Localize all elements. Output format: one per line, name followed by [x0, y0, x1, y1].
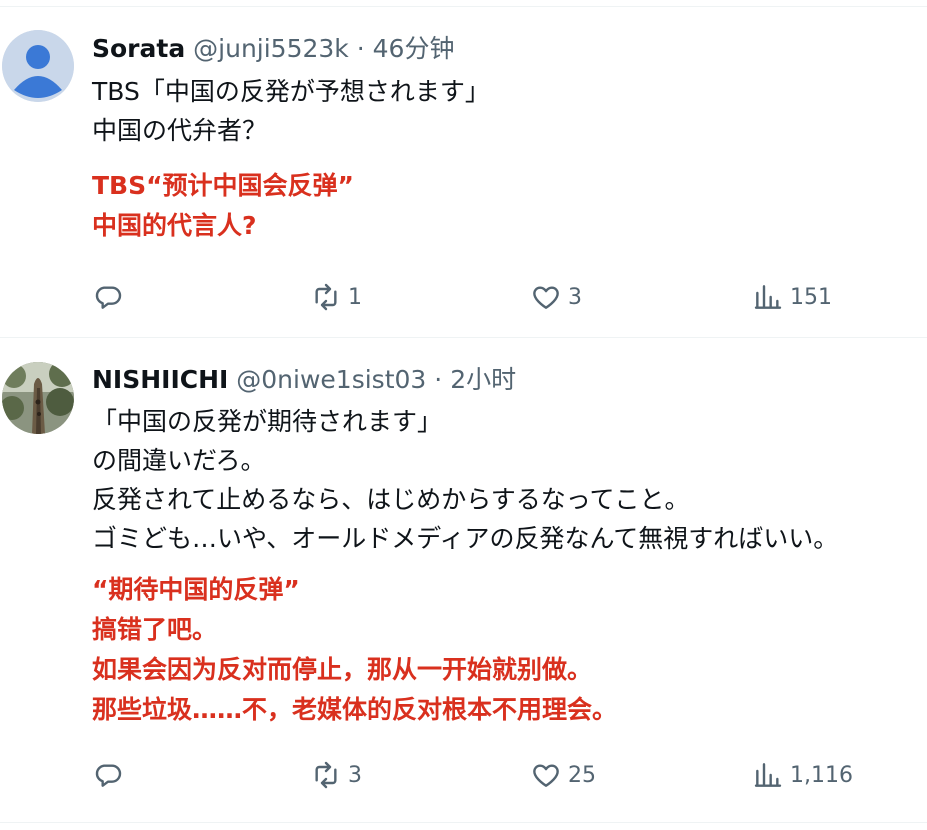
like-icon	[533, 286, 559, 309]
translation-line: 中国的代言人?	[92, 211, 257, 240]
tweet-header: Sorata @junji5523k · 46分钟	[92, 33, 454, 65]
display-name[interactable]: Sorata	[92, 34, 185, 63]
user-handle[interactable]: @0niwe1sist03	[236, 365, 426, 394]
tree-photo-avatar-icon	[2, 362, 74, 434]
separator-dot: ·	[356, 34, 365, 63]
separator-dot: ·	[434, 365, 443, 394]
avatar[interactable]	[2, 30, 74, 102]
retweet-count: 3	[348, 762, 362, 788]
reply-icon	[95, 764, 122, 787]
views-button[interactable]: 151	[752, 277, 832, 317]
retweet-button[interactable]: 1	[310, 277, 362, 317]
translation-line: “期待中国的反弹”	[92, 575, 300, 604]
view-count: 1,116	[790, 762, 853, 788]
like-count: 3	[568, 284, 582, 310]
default-avatar-icon	[2, 30, 74, 102]
tweet-text: TBS「中国の反発が予想されます」 中国の代弁者？ TBS“预计中国会反弹” 中…	[92, 72, 919, 246]
reply-button[interactable]	[92, 277, 130, 317]
translation-line: 如果会因为反对而停止，那从一开始就别做。	[92, 655, 593, 684]
reply-button[interactable]	[92, 755, 130, 795]
retweet-count: 1	[348, 284, 362, 310]
tweet-line: 「中国の反発が期待されます」	[92, 407, 443, 436]
like-count: 25	[568, 762, 596, 788]
translation-line: 搞错了吧。	[92, 615, 218, 644]
tweet-text: 「中国の反発が期待されます」 の間違いだろ。 反発されて止めるなら、はじめからす…	[92, 402, 919, 730]
like-button[interactable]: 3	[530, 277, 582, 317]
translation-block: “期待中国的反弹” 搞错了吧。 如果会因为反对而停止，那从一开始就别做。 那些垃…	[92, 570, 919, 730]
translation-line: TBS“预计中国会反弹”	[92, 171, 354, 200]
tweet-line: 反発されて止めるなら、はじめからするなってこと。	[92, 485, 690, 514]
tweet[interactable]: Sorata @junji5523k · 46分钟 TBS「中国の反発が予想され…	[0, 7, 927, 338]
tweet-line: の間違いだろ。	[92, 446, 266, 475]
action-bar: 3 25 1,116	[0, 755, 927, 795]
avatar[interactable]	[2, 362, 74, 434]
translation-line: 那些垃圾……不，老媒体的反对根本不用理会。	[92, 695, 618, 724]
user-handle[interactable]: @junji5523k	[193, 34, 349, 63]
tweet[interactable]: NISHIICHI @0niwe1sist03 · 2小时 「中国の反発が期待さ…	[0, 340, 927, 823]
translation-block: TBS“预计中国会反弹” 中国的代言人?	[92, 166, 919, 246]
views-icon	[754, 763, 782, 787]
tweet-line: TBS「中国の反発が予想されます」	[92, 77, 490, 106]
tweet-line: ゴミども…いや、オールドメディアの反発なんて無視すればいい。	[92, 524, 839, 553]
like-button[interactable]: 25	[530, 755, 596, 795]
retweet-icon	[315, 283, 337, 311]
views-button[interactable]: 1,116	[752, 755, 853, 795]
like-icon	[533, 764, 559, 787]
reply-icon	[95, 286, 122, 309]
timestamp[interactable]: 2小时	[450, 365, 516, 394]
action-bar: 1 3 151	[0, 277, 927, 317]
retweet-icon	[315, 761, 337, 789]
view-count: 151	[790, 284, 832, 310]
tweet-line: 中国の代弁者？	[92, 116, 268, 145]
tweet-header: NISHIICHI @0niwe1sist03 · 2小时	[92, 364, 516, 396]
timestamp[interactable]: 46分钟	[373, 34, 455, 63]
display-name[interactable]: NISHIICHI	[92, 365, 228, 394]
views-icon	[754, 285, 782, 309]
retweet-button[interactable]: 3	[310, 755, 362, 795]
